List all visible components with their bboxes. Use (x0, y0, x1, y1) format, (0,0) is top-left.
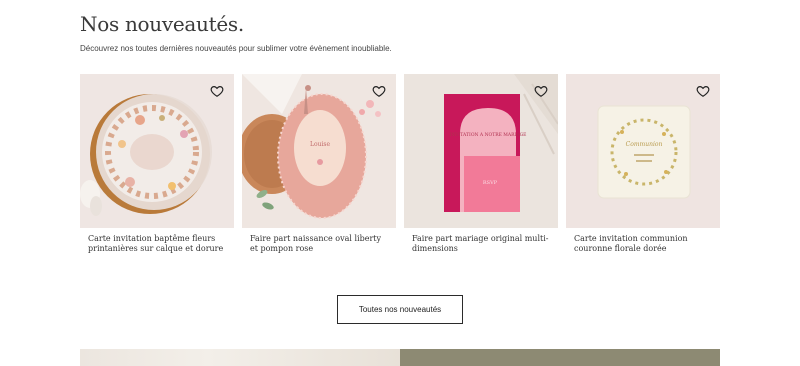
product-image[interactable]: Communion (566, 74, 720, 228)
banner-image-right[interactable] (400, 349, 720, 366)
product-image[interactable]: Louise (242, 74, 396, 228)
product-card[interactable]: Carte invitation baptême fleurs printani… (80, 74, 234, 254)
naissance-card-text: Louise (310, 141, 330, 148)
product-card[interactable]: Louise Faire part naissance oval liberty… (242, 74, 396, 254)
product-name[interactable]: Faire part mariage original multi-dimens… (404, 234, 558, 254)
communion-card-text: Communion (626, 141, 663, 148)
section-title: Nos nouveautés. (80, 12, 244, 36)
heart-outline-icon[interactable] (696, 84, 710, 98)
product-card[interactable]: Communion Carte invitation communion cou… (566, 74, 720, 254)
mariage-card-text: INVITATION A NOTRE MARIAGE (450, 132, 527, 138)
all-new-arrivals-button[interactable]: Toutes nos nouveautés (337, 295, 463, 324)
product-name[interactable]: Carte invitation baptême fleurs printani… (80, 234, 234, 254)
product-name[interactable]: Carte invitation communion couronne flor… (566, 234, 720, 254)
product-card[interactable]: INVITATION A NOTRE MARIAGE RSVP Faire pa… (404, 74, 558, 254)
heart-outline-icon[interactable] (372, 84, 386, 98)
product-image[interactable] (80, 74, 234, 228)
product-image[interactable]: INVITATION A NOTRE MARIAGE RSVP (404, 74, 558, 228)
product-name[interactable]: Faire part naissance oval liberty et pom… (242, 234, 396, 254)
heart-outline-icon[interactable] (534, 84, 548, 98)
banner-image-left[interactable] (80, 349, 400, 366)
mariage-card-rsvp: RSVP (483, 180, 498, 186)
section-subtitle: Découvrez nos toutes dernières nouveauté… (80, 44, 392, 53)
product-grid: Carte invitation baptême fleurs printani… (80, 74, 720, 264)
heart-outline-icon[interactable] (210, 84, 224, 98)
